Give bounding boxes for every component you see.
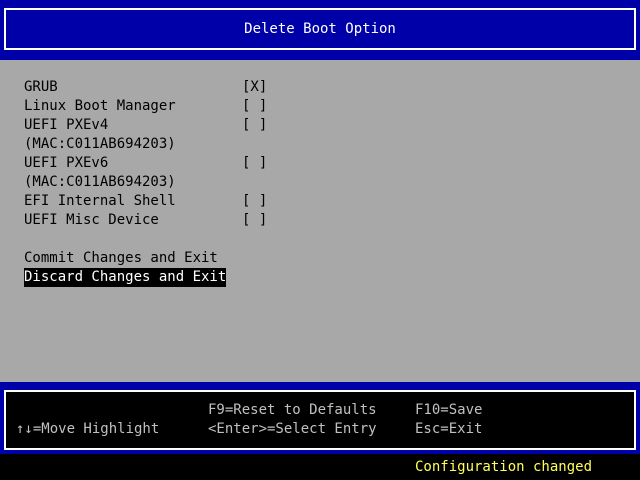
checkbox-grub[interactable]: [X] <box>242 78 267 97</box>
checkbox-efi-internal-shell[interactable]: [ ] <box>242 192 267 211</box>
checkbox-uefi-misc-device[interactable]: [ ] <box>242 211 267 230</box>
header-box: Delete Boot Option <box>4 8 636 50</box>
help-select-entry: <Enter>=Select Entry <box>208 421 377 437</box>
help-reset-defaults: F9=Reset to Defaults <box>208 402 377 418</box>
boot-option-efi-internal-shell[interactable]: EFI Internal Shell <box>24 192 176 211</box>
status-message: Configuration changed <box>415 459 593 475</box>
checkbox-uefi-pxev6[interactable]: [ ] <box>242 154 267 173</box>
boot-option-grub[interactable]: GRUB <box>24 78 58 97</box>
help-save: F10=Save <box>415 402 483 418</box>
commit-changes-and-exit[interactable]: Commit Changes and Exit <box>24 249 218 268</box>
boot-option-uefi-misc-device[interactable]: UEFI Misc Device <box>24 211 159 230</box>
page-title: Delete Boot Option <box>244 21 396 37</box>
help-exit: Esc=Exit <box>415 421 483 437</box>
checkbox-uefi-pxev4[interactable]: [ ] <box>242 116 267 135</box>
boot-option-uefi-pxev4[interactable]: UEFI PXEv4 <box>24 116 108 135</box>
bios-screen: Delete Boot Option GRUB [X] Linux Boot M… <box>0 0 640 480</box>
boot-option-uefi-pxev6-mac: (MAC:C011AB694203) <box>24 174 176 190</box>
help-move-highlight: ↑↓=Move Highlight <box>16 421 160 437</box>
boot-option-uefi-pxev4-mac: (MAC:C011AB694203) <box>24 136 176 152</box>
boot-option-uefi-pxev6[interactable]: UEFI PXEv6 <box>24 154 108 173</box>
discard-changes-and-exit[interactable]: Discard Changes and Exit <box>24 268 227 287</box>
boot-option-linux-boot-manager[interactable]: Linux Boot Manager <box>24 97 176 116</box>
checkbox-linux-boot-manager[interactable]: [ ] <box>242 97 267 116</box>
